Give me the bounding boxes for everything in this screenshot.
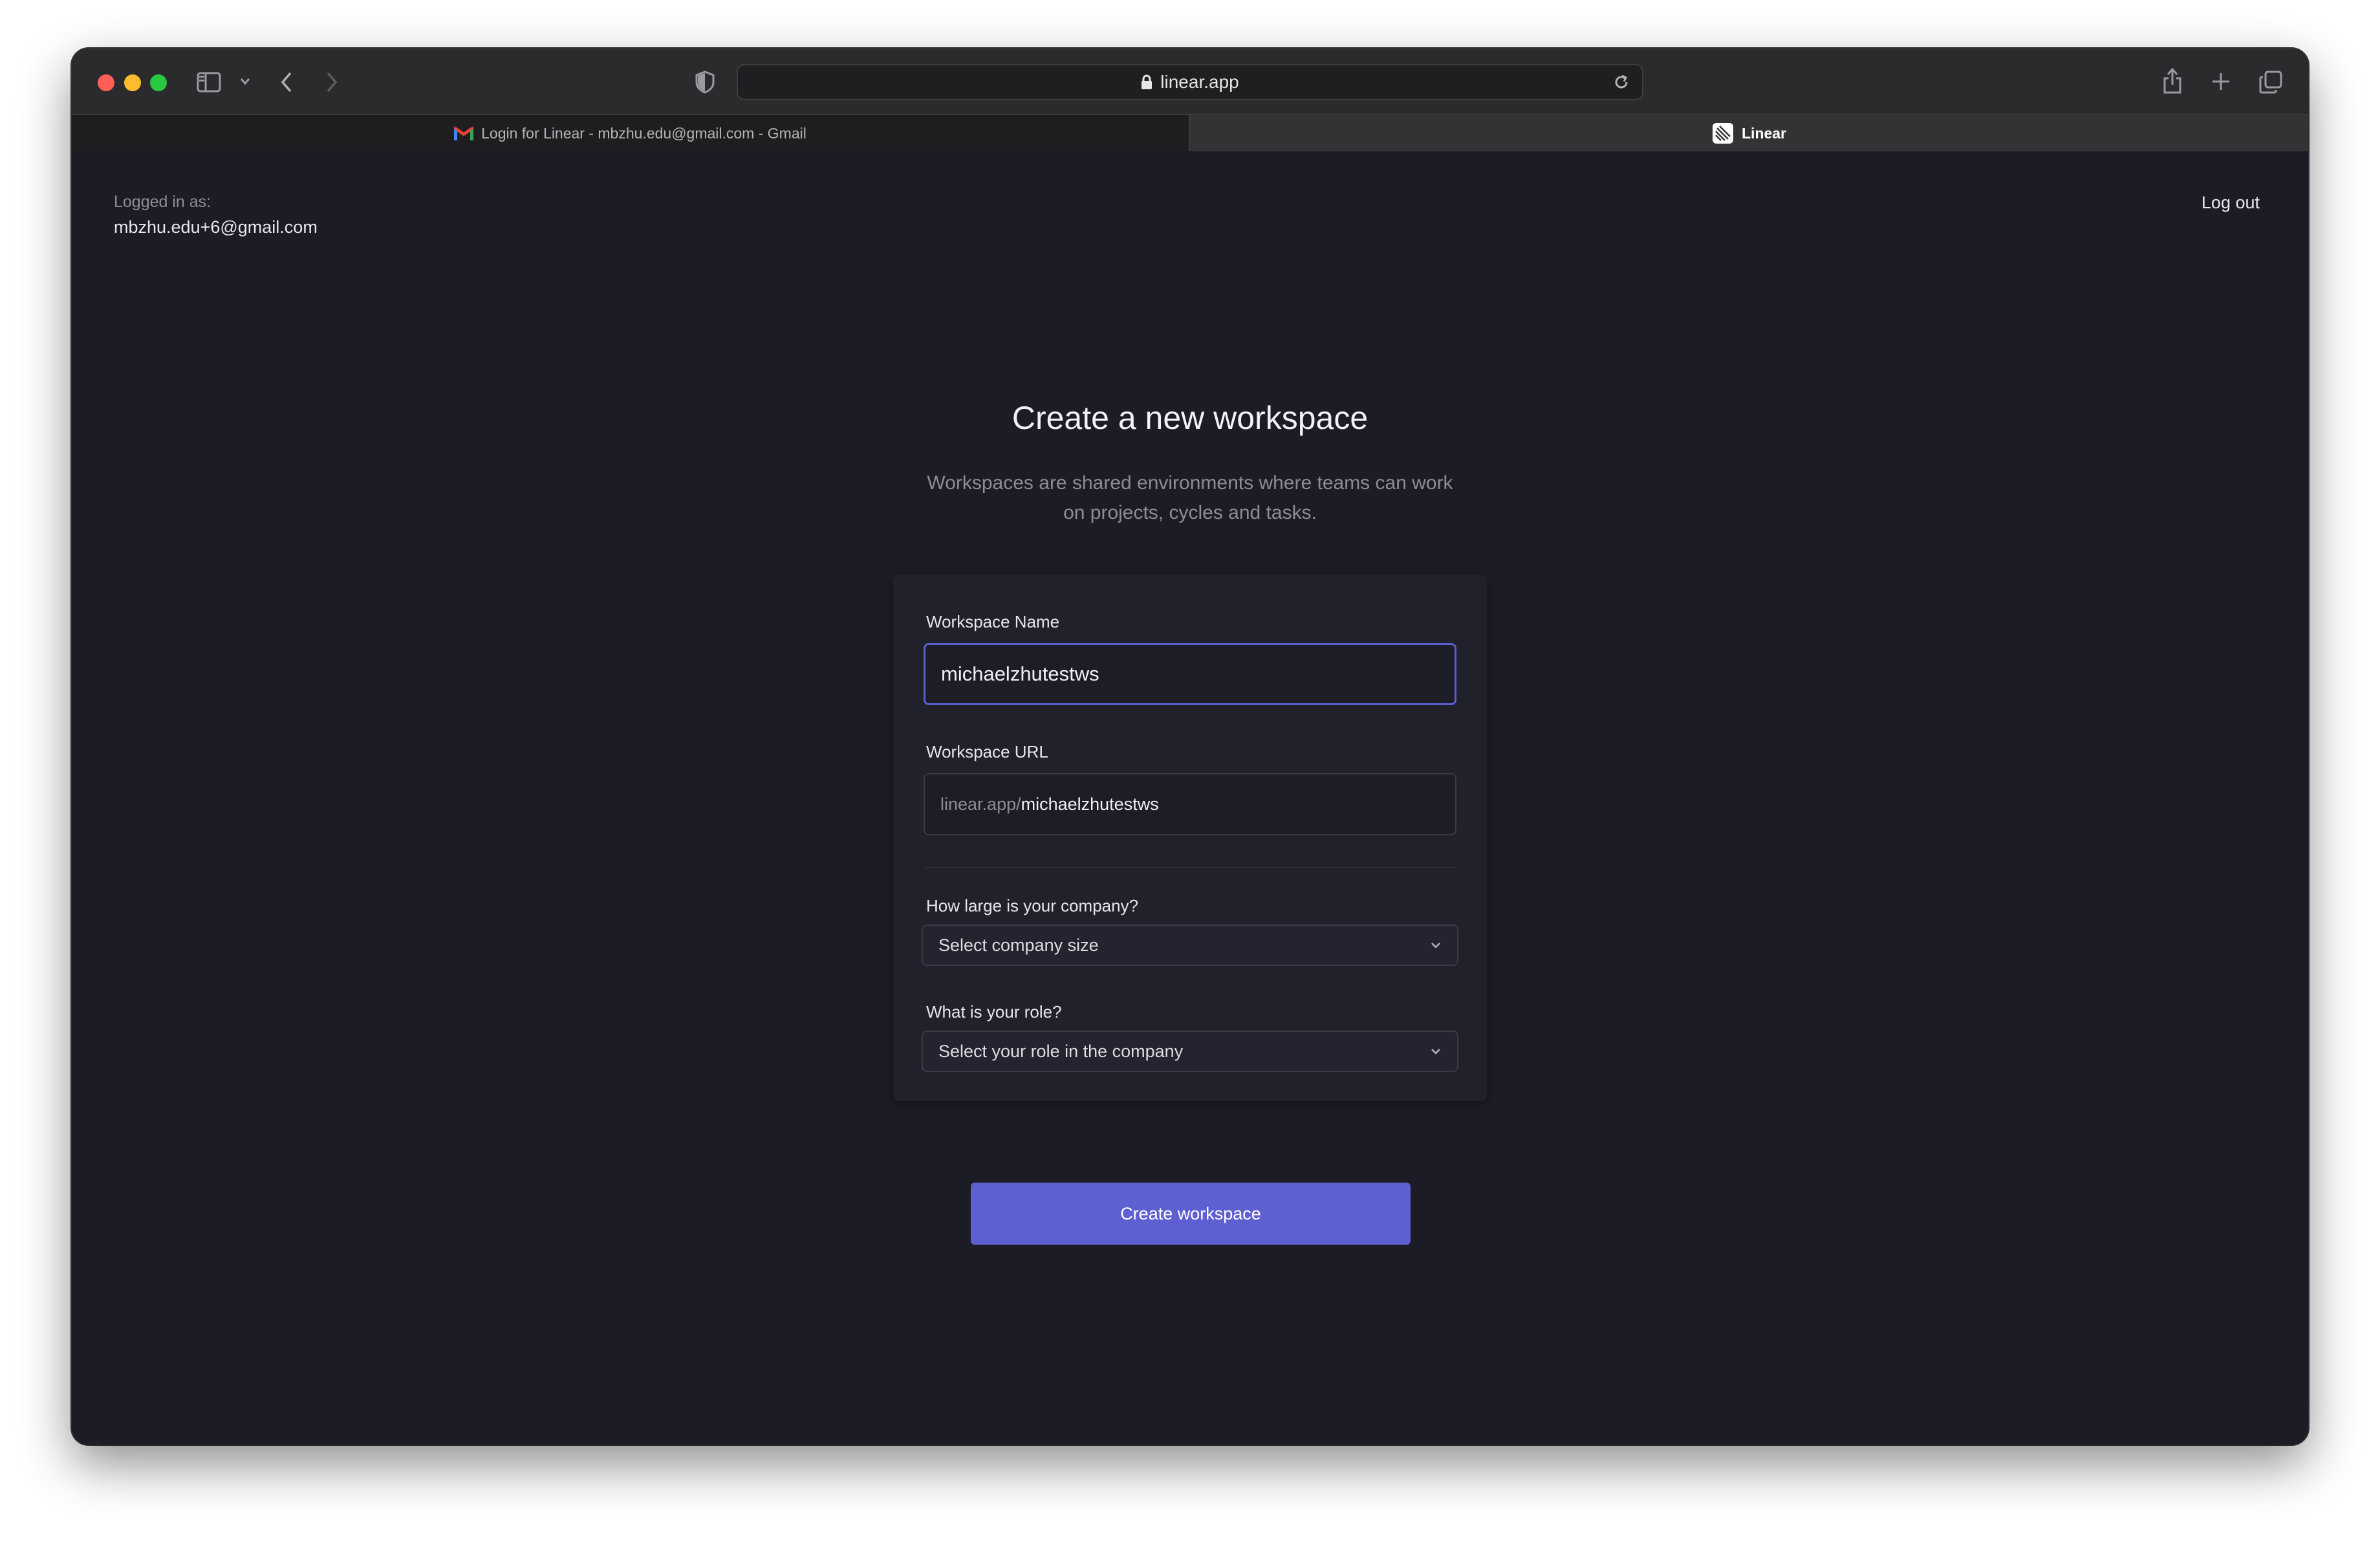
forward-icon[interactable]: [324, 71, 340, 94]
company-size-label: How large is your company?: [926, 896, 1139, 915]
form-divider: [925, 867, 1455, 868]
address-url: linear.app: [1160, 72, 1239, 92]
tab-linear-label: Linear: [1741, 124, 1787, 142]
chevron-down-icon[interactable]: [239, 77, 251, 86]
tab-overview-icon[interactable]: [2259, 71, 2282, 94]
tab-gmail[interactable]: Login for Linear - mbzhu.edu@gmail.com -…: [72, 115, 1189, 151]
zoom-window-button[interactable]: [150, 74, 167, 91]
back-icon[interactable]: [279, 71, 294, 94]
role-label: What is your role?: [926, 1002, 1062, 1022]
logged-in-email: mbzhu.edu+6@gmail.com: [114, 217, 318, 237]
reload-icon[interactable]: [1612, 73, 1630, 96]
sidebar-icon[interactable]: [197, 72, 221, 93]
create-workspace-button[interactable]: Create workspace: [971, 1183, 1411, 1245]
page-content: Logged in as: mbzhu.edu+6@gmail.com Log …: [72, 151, 2308, 1445]
role-select[interactable]: Select your role in the company: [922, 1031, 1458, 1072]
chevron-down-icon: [1431, 1049, 1440, 1055]
workspace-name-value: michaelzhutestws: [941, 662, 1099, 685]
linear-logo-icon: [1712, 123, 1733, 144]
address-bar[interactable]: linear.app: [737, 64, 1643, 100]
browser-window: linear.app Login for Linear - mbzhu.edu@…: [72, 49, 2308, 1445]
gmail-icon: [454, 126, 474, 140]
page-subtitle-line-1: Workspaces are shared environments where…: [927, 472, 1453, 494]
tab-gmail-label: Login for Linear - mbzhu.edu@gmail.com -…: [481, 124, 806, 142]
close-window-button[interactable]: [98, 74, 114, 91]
tab-linear[interactable]: Linear: [1189, 115, 2308, 151]
company-size-placeholder: Select company size: [938, 935, 1099, 955]
logged-in-label: Logged in as:: [114, 193, 211, 211]
page-title: Create a new workspace: [1012, 400, 1368, 436]
tab-bar: Login for Linear - mbzhu.edu@gmail.com -…: [72, 115, 2308, 151]
log-out-button[interactable]: Log out: [2202, 193, 2260, 213]
workspace-form-card: Workspace Name michaelzhutestws Workspac…: [893, 574, 1487, 1101]
page-subtitle-line-2: on projects, cycles and tasks.: [1063, 502, 1317, 523]
company-size-select[interactable]: Select company size: [922, 924, 1458, 966]
workspace-url-prefix: linear.app/: [940, 794, 1021, 814]
lock-icon: [1141, 74, 1152, 89]
workspace-url-label: Workspace URL: [926, 742, 1048, 761]
browser-toolbar: linear.app: [72, 49, 2308, 115]
privacy-shield-icon[interactable]: [695, 71, 715, 94]
workspace-name-label: Workspace Name: [926, 612, 1060, 631]
minimize-window-button[interactable]: [124, 74, 141, 91]
page-subtitle: Workspaces are shared environments where…: [900, 468, 1480, 528]
role-placeholder: Select your role in the company: [938, 1041, 1184, 1061]
workspace-name-input[interactable]: michaelzhutestws: [924, 643, 1456, 705]
workspace-url-input[interactable]: linear.app/michaelzhutestws: [924, 773, 1456, 835]
share-icon[interactable]: [2162, 67, 2183, 95]
new-tab-icon[interactable]: [2211, 71, 2231, 92]
workspace-url-value: michaelzhutestws: [1021, 794, 1159, 814]
chevron-down-icon: [1431, 943, 1440, 948]
